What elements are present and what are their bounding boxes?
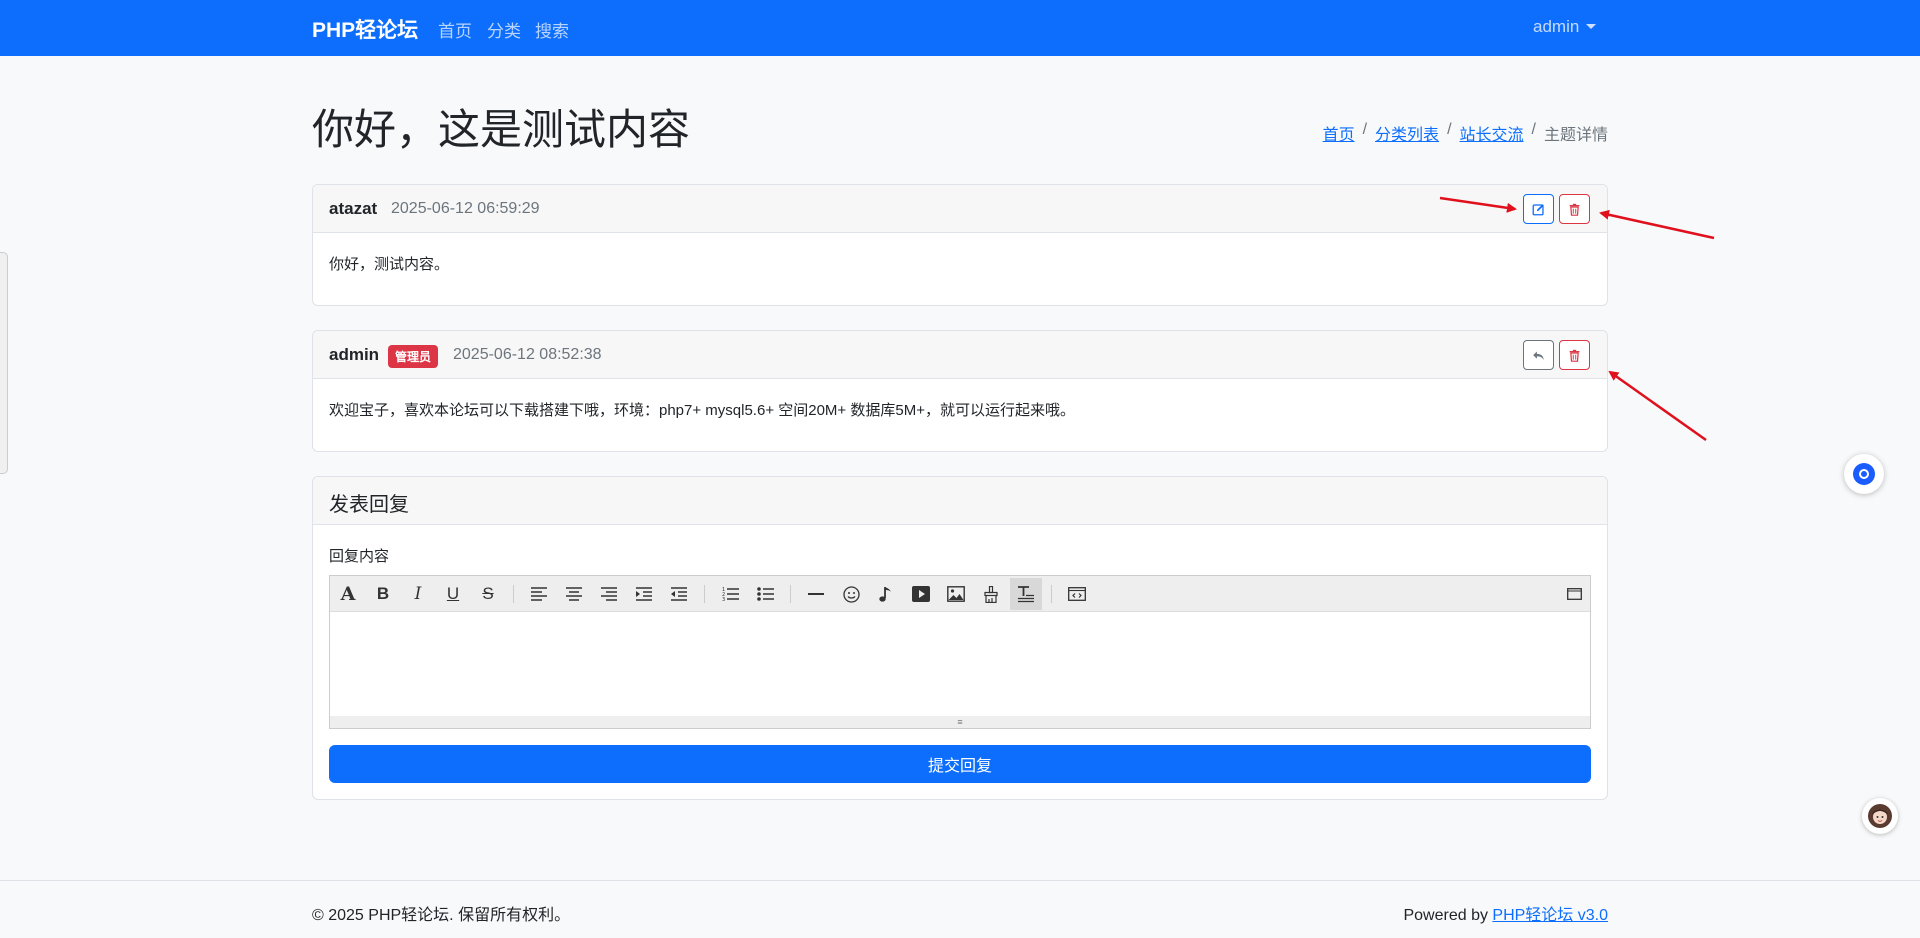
trash-icon	[1569, 349, 1580, 362]
page-footer: © 2025 PHP轻论坛. 保留所有权利。 Powered by PHP轻论坛…	[0, 880, 1920, 938]
edit-post-button[interactable]	[1523, 194, 1554, 224]
post-card: admin 管理员 2025-06-12 08:52:38 欢迎宝子，喜欢本论坛…	[312, 330, 1608, 452]
fullscreen-icon[interactable]	[1558, 578, 1590, 610]
align-left-icon[interactable]	[523, 578, 555, 610]
unordered-list-icon[interactable]	[749, 578, 781, 610]
underline-icon[interactable]: U	[437, 578, 469, 610]
breadcrumb-home[interactable]: 首页	[1323, 121, 1355, 145]
powered-by: Powered by PHP轻论坛 v3.0	[1403, 901, 1608, 925]
post-card: atazat 2025-06-12 06:59:29 你好，测试内容。	[312, 184, 1608, 306]
outdent-icon[interactable]	[663, 578, 695, 610]
edit-icon	[1532, 203, 1544, 215]
post-timestamp: 2025-06-12 08:52:38	[453, 346, 602, 363]
nav-home-link[interactable]: 首页	[438, 17, 472, 42]
reply-form-header: 发表回复	[313, 477, 1607, 525]
reply-post-button[interactable]	[1523, 340, 1554, 370]
format-painter-icon[interactable]	[975, 578, 1007, 610]
admin-badge: 管理员	[388, 345, 439, 368]
submit-reply-button[interactable]: 提交回复	[329, 745, 1591, 783]
post-timestamp: 2025-06-12 06:59:29	[391, 200, 540, 217]
reply-form-title: 发表回复	[329, 494, 409, 516]
reply-content-label: 回复内容	[329, 548, 390, 565]
page-title: 你好，这是测试内容	[312, 106, 691, 153]
trash-icon	[1569, 203, 1580, 216]
breadcrumb-category-list[interactable]: 分类列表	[1375, 121, 1439, 145]
clear-format-icon[interactable]	[1010, 578, 1042, 610]
breadcrumb: 首页 / 分类列表 / 站长交流 / 主题详情	[1323, 121, 1608, 145]
align-right-icon[interactable]	[593, 578, 625, 610]
horizontal-rule-icon[interactable]	[800, 578, 832, 610]
powered-by-link[interactable]: PHP轻论坛 v3.0	[1492, 907, 1608, 924]
breadcrumb-category[interactable]: 站长交流	[1460, 121, 1524, 145]
copyright-text: © 2025 PHP轻论坛. 保留所有权利。	[312, 907, 571, 924]
chat-widget-button[interactable]	[1844, 454, 1884, 494]
reply-icon	[1533, 350, 1544, 360]
post-content: 你好，测试内容。	[329, 256, 450, 273]
italic-icon[interactable]: I	[402, 578, 434, 610]
ordered-list-icon[interactable]: 123	[714, 578, 746, 610]
delete-post-button[interactable]	[1559, 340, 1590, 370]
post-content: 欢迎宝子，喜欢本论坛可以下载搭建下哦，环境：php7+ mysql5.6+ 空间…	[329, 402, 1075, 419]
rich-text-editor: A B I U S 123 ≡	[329, 575, 1591, 729]
annotation-arrow	[1608, 370, 1707, 442]
bold-icon[interactable]: B	[367, 578, 399, 610]
breadcrumb-current: 主题详情	[1543, 127, 1608, 144]
strikethrough-icon[interactable]: S	[472, 578, 504, 610]
user-dropdown[interactable]: admin	[1533, 17, 1597, 37]
font-icon[interactable]: A	[332, 578, 364, 610]
brand-logo[interactable]: PHP轻论坛	[312, 14, 418, 44]
chevron-down-icon	[1586, 24, 1597, 29]
post-header: admin 管理员 2025-06-12 08:52:38	[313, 331, 1607, 379]
indent-icon[interactable]	[628, 578, 660, 610]
breadcrumb-separator: /	[1362, 121, 1368, 138]
nav-search-link[interactable]: 搜索	[535, 17, 569, 42]
powered-by-prefix: Powered by	[1403, 907, 1493, 924]
post-author[interactable]: admin	[329, 345, 379, 365]
editor-resize-handle[interactable]: ≡	[330, 716, 1590, 728]
delete-post-button[interactable]	[1559, 194, 1590, 224]
reply-form-card: 发表回复 回复内容 A B I U S 123 ≡ 提交回复	[312, 476, 1608, 800]
editor-toolbar: A B I U S 123	[330, 576, 1590, 612]
post-header: atazat 2025-06-12 06:59:29	[313, 185, 1607, 233]
emoji-icon[interactable]	[835, 578, 867, 610]
chat-bubble-icon	[1853, 463, 1875, 485]
breadcrumb-separator: /	[1447, 121, 1452, 138]
avatar-icon	[1868, 804, 1892, 828]
svg-text:3: 3	[722, 597, 725, 602]
music-icon[interactable]	[870, 578, 902, 610]
align-center-icon[interactable]	[558, 578, 590, 610]
post-author[interactable]: atazat	[329, 199, 377, 219]
reply-textarea[interactable]	[330, 612, 1590, 718]
video-icon[interactable]	[905, 578, 937, 610]
image-icon[interactable]	[940, 578, 972, 610]
user-name: admin	[1533, 17, 1580, 36]
side-drawer-tab[interactable]	[0, 252, 8, 474]
annotation-arrow	[1599, 209, 1715, 240]
nav-category-link[interactable]: 分类	[487, 17, 521, 42]
top-navbar: PHP轻论坛 首页 分类 搜索 admin	[0, 0, 1920, 56]
assistant-avatar-button[interactable]	[1862, 798, 1898, 834]
source-code-icon[interactable]	[1061, 578, 1093, 610]
breadcrumb-separator: /	[1531, 121, 1536, 138]
